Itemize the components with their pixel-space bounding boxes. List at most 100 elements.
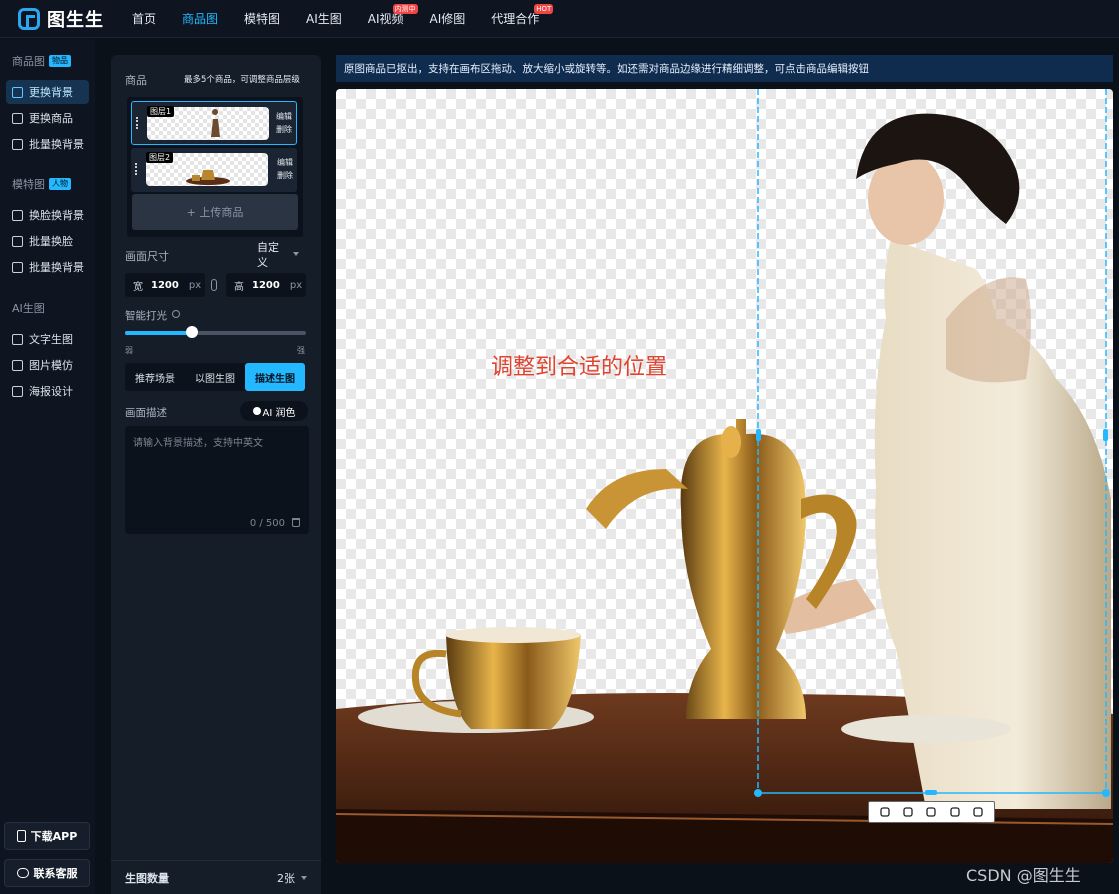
editing-canvas[interactable]: 调整到合适的位置: [336, 89, 1113, 863]
logo-icon: [18, 7, 40, 30]
drag-handle-icon[interactable]: [135, 163, 137, 175]
ai-polish-button[interactable]: AI 润色: [240, 401, 308, 421]
layer-up-icon[interactable]: [949, 806, 961, 818]
products-hint: 最多5个商品，可调整商品层级: [184, 75, 300, 85]
slider-knob[interactable]: [185, 326, 198, 338]
flip-icon[interactable]: [902, 806, 914, 818]
mode-tab[interactable]: 描述生图: [245, 363, 305, 391]
nav-item[interactable]: 模特图: [242, 0, 282, 38]
mode-tab[interactable]: 推荐场景: [125, 363, 185, 391]
layer-edit-button[interactable]: 编辑: [276, 111, 292, 122]
nav-item[interactable]: 首页: [130, 0, 158, 38]
layer-delete-button[interactable]: 删除: [276, 124, 292, 135]
sidebar-item[interactable]: 更换背景: [6, 80, 89, 104]
ai-polish-label: AI 润色: [262, 407, 296, 419]
mode-tabs: 推荐场景 以图生图 描述生图: [125, 363, 305, 391]
desc-label: 画面描述: [125, 407, 167, 419]
ai-icon: [252, 407, 261, 415]
lighting-max: 强: [297, 346, 305, 355]
sidebar-item-label: 更换背景: [29, 86, 73, 99]
height-field[interactable]: 高 1200 px: [226, 273, 306, 297]
nav-item[interactable]: AI修图: [428, 0, 468, 38]
batch-face-icon: [12, 235, 23, 247]
sidebar-item[interactable]: 批量换脸: [6, 229, 89, 253]
sidebar-item[interactable]: 批量换背景: [6, 132, 89, 156]
nav-item-label: 首页: [132, 11, 157, 26]
link-ratio-icon[interactable]: [211, 279, 217, 291]
upload-product-button[interactable]: + 上传商品: [132, 194, 298, 230]
mode-tab[interactable]: 以图生图: [185, 363, 245, 391]
poster-icon: [12, 385, 23, 397]
top-navbar: 图生生 首页 商品图 模特图 AI生图 AI视频 内测中 AI修图 代理合作 HOT: [0, 0, 1119, 38]
canvas-size-label: 画面尺寸: [125, 250, 169, 263]
layer-down-icon[interactable]: [972, 806, 984, 818]
info-icon[interactable]: [172, 310, 180, 318]
layer-item[interactable]: 图层1 编辑 删除: [131, 101, 297, 145]
notice-bar: 原图商品已抠出，支持在画布区拖动、放大缩小或旋转等。如还需对商品边缘进行精细调整…: [336, 55, 1113, 82]
phone-icon: [16, 830, 26, 842]
width-value[interactable]: 1200: [151, 280, 179, 291]
crop-icon[interactable]: [879, 806, 891, 818]
lighting-slider[interactable]: [125, 326, 306, 338]
sidebar-item-label: 海报设计: [29, 385, 73, 398]
sidebar-item-label: 图片模仿: [29, 359, 73, 372]
layer-name: 图层2: [146, 152, 174, 163]
main-nav: 首页 商品图 模特图 AI生图 AI视频 内测中 AI修图 代理合作 HOT: [130, 0, 563, 38]
width-unit: px: [188, 279, 202, 291]
width-field[interactable]: 宽 1200 px: [125, 273, 205, 297]
nav-item[interactable]: AI视频 内测中: [366, 0, 418, 38]
layer-edit-button[interactable]: 编辑: [277, 157, 293, 168]
selection-frame[interactable]: [336, 89, 1113, 863]
sidebar-item-label: 批量换背景: [29, 261, 84, 274]
rotate-icon[interactable]: [925, 806, 937, 818]
contact-button[interactable]: 联系客服: [4, 859, 90, 887]
height-value[interactable]: 1200: [252, 280, 280, 291]
height-unit: px: [289, 279, 303, 291]
logo[interactable]: 图生生: [18, 6, 128, 32]
watermark: CSDN @图生生: [966, 866, 1081, 885]
desc-box: 0 / 500: [125, 426, 309, 534]
chevron-down-icon[interactable]: [293, 252, 299, 256]
sidebar-item[interactable]: 批量换背景: [6, 255, 89, 279]
config-panel: 商品 最多5个商品，可调整商品层级 图层1 编辑 删除 图层2 编辑 删除 + …: [111, 55, 321, 894]
nav-item-label: AI生图: [306, 11, 342, 26]
gen-count-bar[interactable]: 生图数量 2张: [111, 860, 321, 894]
char-count: 0 / 500: [249, 518, 285, 529]
sidebar-item[interactable]: 图片模仿: [6, 353, 89, 377]
sidebar: 商品图 物品 更换背景 更换商品 批量换背景 模特图 人物 换脸换背景 批量换脸 批量换背景 AI生…: [0, 39, 95, 894]
nav-item-label: AI修图: [429, 11, 466, 26]
layer-delete-button[interactable]: 删除: [277, 170, 293, 181]
nav-item-label: AI视频: [367, 11, 404, 26]
layer-item[interactable]: 图层2 编辑 删除: [131, 148, 297, 192]
download-app-button[interactable]: 下载APP: [4, 822, 90, 850]
sidebar-item[interactable]: 更换商品: [6, 106, 89, 130]
layer-name: 图层1: [147, 106, 175, 117]
section-title-label: 模特图: [12, 178, 45, 191]
nav-item[interactable]: 商品图: [180, 0, 220, 38]
gen-count-value[interactable]: 2张: [277, 870, 295, 886]
sidebar-item-label: 批量换背景: [29, 138, 84, 151]
chevron-down-icon[interactable]: [301, 875, 307, 880]
section-badge: 物品: [49, 55, 71, 67]
size-preset-select[interactable]: 自定义: [257, 240, 289, 270]
section-title-label: AI生图: [12, 302, 45, 315]
gen-count-label: 生图数量: [125, 871, 169, 885]
sidebar-item-label: 换脸换背景: [29, 209, 84, 222]
lighting-min: 弱: [125, 346, 133, 355]
drag-handle-icon[interactable]: [136, 117, 138, 129]
sidebar-item[interactable]: 海报设计: [6, 379, 89, 403]
nav-item[interactable]: AI生图: [304, 0, 344, 38]
sidebar-item[interactable]: 换脸换背景: [6, 203, 89, 227]
sidebar-item[interactable]: 文字生图: [6, 327, 89, 351]
section-title-label: 商品图: [12, 55, 45, 68]
app-name: 图生生: [47, 9, 104, 31]
products-label: 商品: [125, 74, 147, 87]
nav-item[interactable]: 代理合作 HOT: [489, 0, 554, 38]
sidebar-item-label: 文字生图: [29, 333, 73, 346]
slider-fill: [125, 331, 192, 335]
trash-icon[interactable]: [292, 518, 300, 527]
download-app-label: 下载APP: [30, 830, 78, 843]
object-toolbar: [868, 801, 995, 823]
desc-input[interactable]: [125, 426, 309, 506]
nav-tag-badge: HOT: [534, 3, 554, 14]
